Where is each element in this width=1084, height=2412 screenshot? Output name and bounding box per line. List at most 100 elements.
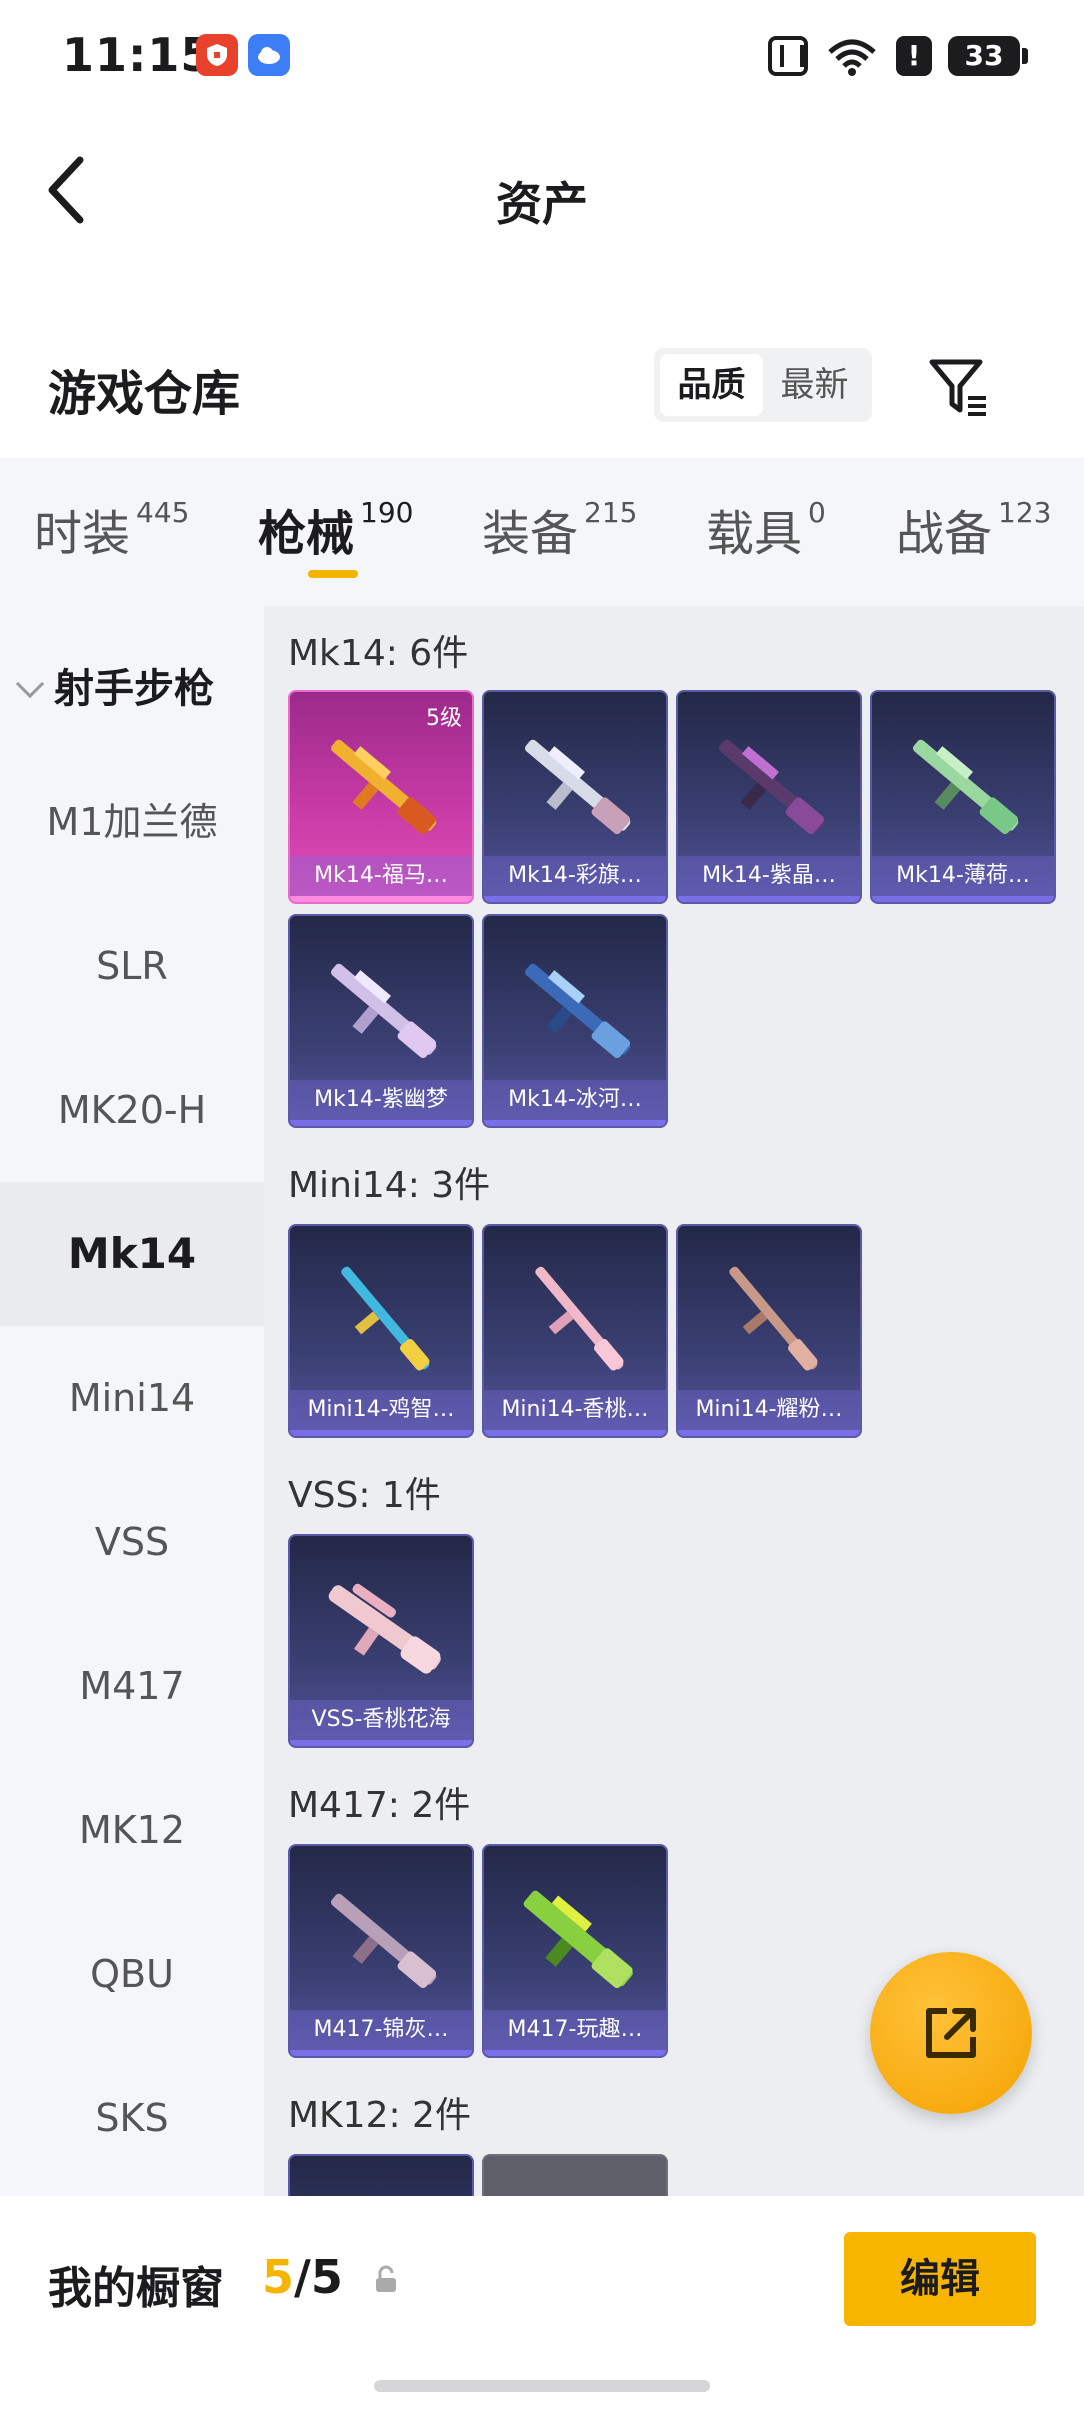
tab-count: 215 — [584, 496, 638, 529]
wifi-icon — [828, 39, 876, 76]
section-title: M417: 2件 — [288, 1785, 471, 1826]
sidebar-item-mk12[interactable]: MK12 — [0, 1758, 264, 1902]
sidebar-item-m1-garand[interactable]: M1加兰德 — [0, 750, 264, 894]
rifle-icon — [524, 963, 631, 1059]
weapon-card[interactable]: M417-锦灰… — [288, 1844, 474, 2058]
tab-count: 123 — [998, 496, 1052, 529]
section-title: Mini14: 3件 — [288, 1165, 491, 1206]
active-tab-indicator — [308, 570, 358, 578]
weapon-card[interactable]: Mini14-耀粉… — [676, 1224, 862, 1438]
weapon-type-sidebar: 射手步枪 M1加兰德 SLR MK20-H Mk14 Mini14 VSS M4… — [0, 606, 264, 2196]
rifle-icon — [524, 739, 631, 835]
rifle-icon — [330, 739, 437, 835]
rarity-bar — [678, 896, 860, 902]
share-icon — [926, 2008, 976, 2058]
sidebar-item-mk20h[interactable]: MK20-H — [0, 1038, 264, 1182]
weapon-card[interactable]: Mk14-冰河… — [482, 914, 668, 1128]
tab-fashion[interactable]: 时装 445 — [34, 494, 189, 564]
rarity-bar — [290, 896, 472, 902]
tab-label: 装备 — [482, 506, 579, 562]
weapon-card[interactable]: Mini14-鸡智… — [288, 1224, 474, 1438]
rarity-bar — [290, 2050, 472, 2056]
tab-label: 战备 — [896, 506, 993, 562]
section-title: VSS: 1件 — [288, 1475, 441, 1516]
sidebar-item-vss[interactable]: VSS — [0, 1470, 264, 1614]
sidebar-item-m417[interactable]: M417 — [0, 1614, 264, 1758]
weapon-name: Mini14-耀粉… — [678, 1390, 860, 1430]
showcase-count: 5/5 — [262, 2250, 343, 2304]
share-fab-button[interactable] — [870, 1952, 1032, 2114]
rifle-icon — [341, 1266, 430, 1371]
sidebar-item-sks[interactable]: SKS — [0, 2046, 264, 2190]
tab-equipment[interactable]: 装备 215 — [482, 494, 637, 564]
rarity-bar — [484, 896, 666, 902]
weapon-card[interactable] — [288, 2154, 474, 2196]
sidebar-item-mk14[interactable]: Mk14 — [0, 1182, 264, 1326]
weapon-card[interactable]: Mk14-紫晶… — [676, 690, 862, 904]
weapon-name: M417-玩趣… — [484, 2010, 666, 2050]
rifle-icon — [912, 739, 1019, 835]
weapon-name: Mk14-冰河… — [484, 1080, 666, 1120]
weapon-card[interactable]: Mk14-薄荷… — [870, 690, 1056, 904]
battery-icon: 33 — [948, 36, 1028, 76]
sort-newest-button[interactable]: 最新 — [763, 354, 866, 416]
weapon-card[interactable]: Mk14-紫幽梦 — [288, 914, 474, 1128]
weapon-name: Mk14-薄荷… — [872, 856, 1054, 896]
weapon-card[interactable]: VSS-香桃花海 — [288, 1534, 474, 1748]
rifle-icon — [523, 1890, 633, 1989]
home-indicator[interactable] — [374, 2380, 710, 2392]
title-bar: 资产 — [0, 110, 1084, 280]
warehouse-title: 游戏仓库 — [48, 366, 241, 422]
showcase-bar: 我的橱窗 5/5 编辑 — [0, 2196, 1084, 2412]
rarity-bar — [484, 2050, 666, 2056]
tab-weapons[interactable]: 枪械 190 — [258, 494, 413, 564]
lock-icon — [376, 2265, 396, 2292]
sidebar-item-slr[interactable]: SLR — [0, 894, 264, 1038]
cloud-app-icon — [248, 34, 290, 76]
sidebar-group-label: 射手步枪 — [54, 666, 214, 712]
weapon-card[interactable]: M417-玩趣… — [482, 1844, 668, 2058]
tab-supplies[interactable]: 战备 123 — [896, 494, 1051, 564]
weapon-name: M417-锦灰… — [290, 2010, 472, 2050]
sidebar-item-mini14[interactable]: Mini14 — [0, 1326, 264, 1470]
rarity-bar — [290, 1430, 472, 1436]
weapon-card[interactable] — [482, 2154, 668, 2196]
sort-quality-button[interactable]: 品质 — [660, 354, 763, 416]
weapon-card[interactable]: Mini14-香桃… — [482, 1224, 668, 1438]
weapon-card[interactable]: Mk14-彩旗… — [482, 690, 668, 904]
weapon-name: Mini14-香桃… — [484, 1390, 666, 1430]
weapon-name: Mk14-福马… — [290, 856, 472, 896]
sidebar-item-qbu[interactable]: QBU — [0, 1902, 264, 2046]
rifle-icon — [718, 739, 825, 835]
weapon-card[interactable]: 5级 Mk14-福马… — [288, 690, 474, 904]
sidebar-group-marksman[interactable]: 射手步枪 — [15, 656, 214, 714]
rarity-bar — [290, 1120, 472, 1126]
tab-vehicles[interactable]: 载具 0 — [706, 494, 826, 564]
weapon-name: VSS-香桃花海 — [290, 1700, 472, 1740]
tab-count: 0 — [808, 496, 826, 529]
tab-count: 445 — [136, 496, 190, 529]
status-bar: 11:15 ! 33 — [0, 0, 1084, 110]
rifle-icon — [729, 1266, 818, 1371]
section-title: Mk14: 6件 — [288, 633, 469, 674]
showcase-total: /5 — [294, 2250, 343, 2304]
alert-icon: ! — [896, 36, 932, 76]
rarity-bar — [872, 896, 1054, 902]
edit-button[interactable]: 编辑 — [844, 2232, 1036, 2326]
tab-count: 190 — [360, 496, 414, 529]
showcase-label: 我的橱窗 — [48, 2263, 224, 2314]
status-time: 11:15 — [62, 28, 214, 82]
tab-label: 载具 — [706, 506, 803, 562]
showcase-current: 5 — [262, 2250, 295, 2304]
tab-label: 枪械 — [258, 506, 355, 562]
tab-label: 时装 — [34, 506, 131, 562]
rarity-bar — [290, 1740, 472, 1746]
nfc-icon — [768, 36, 808, 76]
filter-icon[interactable] — [926, 354, 990, 418]
category-tabs: 时装 445 枪械 190 装备 215 载具 0 战备 123 — [0, 458, 1084, 606]
page-title: 资产 — [496, 177, 588, 231]
weapon-name: Mk14-彩旗… — [484, 856, 666, 896]
chevron-down-icon — [15, 669, 45, 699]
rarity-bar — [484, 1120, 666, 1126]
weapon-name: Mk14-紫晶… — [678, 856, 860, 896]
